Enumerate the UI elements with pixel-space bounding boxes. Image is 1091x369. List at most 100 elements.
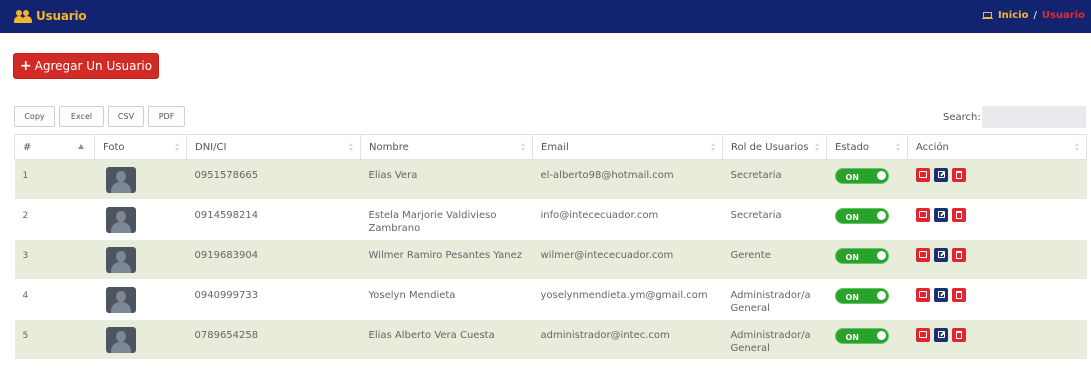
sort-icon: [349, 143, 354, 152]
row-number: 2: [14, 199, 95, 240]
avatar: [105, 327, 136, 353]
sort-icon: [711, 143, 716, 152]
row-number: 3: [14, 239, 95, 280]
toggle-label: ON: [845, 253, 860, 262]
export-buttons: Copy Excel CSV PDF: [14, 106, 185, 127]
table-row: 1 0951578665 Elias Vera el-alberto98@hotmai…: [14, 159, 1087, 200]
column-header-number[interactable]: #: [14, 134, 95, 160]
sort-icon: [521, 143, 526, 152]
avatar: [105, 167, 136, 193]
column-header-label: Estado: [835, 141, 870, 153]
estado-cell: ON: [826, 319, 908, 360]
column-header-label: DNI/CI: [195, 141, 227, 153]
status-toggle[interactable]: ON: [834, 208, 889, 224]
pdf-button[interactable]: PDF: [148, 106, 185, 127]
page-title-group: Usuario: [14, 9, 87, 23]
photo-cell: [94, 279, 187, 320]
page-title: Usuario: [36, 9, 87, 23]
edit-icon[interactable]: [933, 328, 948, 342]
sort-icon: [1075, 143, 1080, 152]
sort-icon: [896, 143, 901, 152]
nombre-cell: Elias Vera: [360, 159, 533, 200]
table-row: 3 0919683904 Wilmer Ramiro Pesantes Yanez w…: [14, 239, 1087, 280]
csv-button[interactable]: CSV: [108, 106, 144, 127]
column-header-email[interactable]: Email: [532, 134, 723, 160]
view-icon[interactable]: [915, 328, 930, 342]
email-cell: yoselynmendieta.ym@gmail.com: [532, 279, 723, 320]
row-number: 1: [14, 159, 95, 200]
edit-icon[interactable]: [933, 288, 948, 302]
rol-cell: Secretaria: [722, 159, 827, 200]
dni-cell: 0914598214: [186, 199, 361, 240]
delete-icon[interactable]: [951, 208, 966, 222]
nombre-cell: Elias Alberto Vera Cuesta: [360, 319, 533, 360]
add-user-label: Agregar Un Usuario: [34, 59, 153, 73]
status-toggle[interactable]: ON: [834, 288, 889, 304]
toggle-label: ON: [845, 333, 860, 342]
table-header-row: # Foto DNI/CI Nombre Email Rol de Usuari…: [14, 134, 1087, 160]
column-header-label: #: [23, 141, 32, 153]
dni-cell: 0951578665: [186, 159, 361, 200]
column-header-foto[interactable]: Foto: [94, 134, 187, 160]
delete-icon[interactable]: [951, 168, 966, 182]
accion-cell: [907, 239, 1087, 280]
delete-icon[interactable]: [951, 248, 966, 262]
row-number: 5: [14, 319, 95, 360]
avatar: [105, 287, 136, 313]
column-header-rol[interactable]: Rol de Usuarios: [722, 134, 827, 160]
rol-cell: Administrador/a General: [722, 319, 827, 360]
column-header-label: Email: [541, 141, 569, 153]
add-user-button[interactable]: + Agregar Un Usuario: [13, 53, 159, 79]
accion-cell: [907, 279, 1087, 320]
photo-cell: [94, 239, 187, 280]
column-header-dni[interactable]: DNI/CI: [186, 134, 361, 160]
edit-icon[interactable]: [933, 248, 948, 262]
column-header-label: Foto: [103, 141, 125, 153]
status-toggle[interactable]: ON: [834, 168, 889, 184]
estado-cell: ON: [826, 279, 908, 320]
dni-cell: 0940999733: [186, 279, 361, 320]
delete-icon[interactable]: [951, 288, 966, 302]
nombre-cell: Estela Marjorie Valdivieso Zambrano: [360, 199, 533, 240]
breadcrumb: Inicio / Usuario: [981, 10, 1085, 21]
breadcrumb-separator: /: [1033, 10, 1037, 21]
dni-cell: 0789654258: [186, 319, 361, 360]
view-icon[interactable]: [915, 168, 930, 182]
row-number: 4: [14, 279, 95, 320]
delete-icon[interactable]: [951, 328, 966, 342]
edit-icon[interactable]: [933, 168, 948, 182]
photo-cell: [94, 159, 187, 200]
table-row: 4 0940999733 Yoselyn Mendieta yoselynmendie…: [14, 279, 1087, 320]
users-icon: [14, 9, 32, 23]
rol-cell: Secretaria: [722, 199, 827, 240]
copy-button[interactable]: Copy: [14, 106, 55, 127]
edit-icon[interactable]: [933, 208, 948, 222]
toggle-label: ON: [845, 293, 860, 302]
table-row: 5 0789654258 Elias Alberto Vera Cuesta admi…: [14, 319, 1087, 360]
column-header-label: Acción: [916, 141, 949, 153]
search-label: Search:: [943, 112, 981, 123]
view-icon[interactable]: [915, 288, 930, 302]
breadcrumb-home-link[interactable]: Inicio: [998, 10, 1029, 21]
status-toggle[interactable]: ON: [834, 248, 889, 264]
top-header-bar: Usuario Inicio / Usuario: [0, 0, 1091, 33]
sort-icon: [815, 143, 820, 152]
view-icon[interactable]: [915, 248, 930, 262]
avatar: [105, 207, 136, 233]
status-toggle[interactable]: ON: [834, 328, 889, 344]
sort-ascending-icon: [78, 144, 84, 149]
rol-cell: Administrador/a General: [722, 279, 827, 320]
rol-cell: Gerente: [722, 239, 827, 280]
search-input[interactable]: [982, 106, 1086, 128]
toggle-label: ON: [845, 213, 860, 222]
accion-cell: [907, 199, 1087, 240]
column-header-estado[interactable]: Estado: [826, 134, 908, 160]
column-header-label: Rol de Usuarios: [731, 141, 809, 153]
excel-button[interactable]: Excel: [59, 106, 104, 127]
laptop-icon: [981, 11, 993, 20]
column-header-accion[interactable]: Acción: [907, 134, 1087, 160]
email-cell: info@intececuador.com: [532, 199, 723, 240]
photo-cell: [94, 319, 187, 360]
view-icon[interactable]: [915, 208, 930, 222]
column-header-nombre[interactable]: Nombre: [360, 134, 533, 160]
